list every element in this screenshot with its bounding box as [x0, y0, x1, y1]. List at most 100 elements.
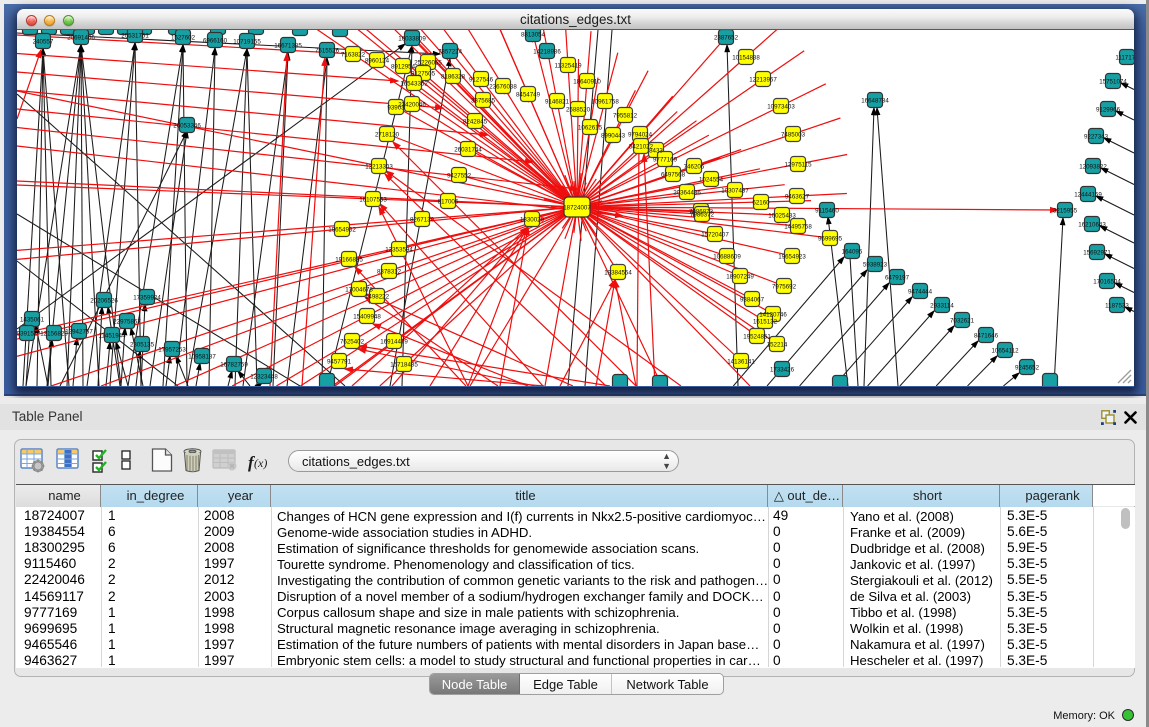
- svg-text:3215955: 3215955: [1053, 208, 1078, 215]
- svg-text:9127546: 9127546: [469, 77, 494, 84]
- svg-text:939152: 939152: [17, 331, 38, 338]
- svg-text:2387652: 2387652: [714, 35, 739, 42]
- svg-text:7955812: 7955812: [613, 113, 638, 120]
- svg-text:17016504: 17016504: [1093, 279, 1121, 286]
- svg-text:2588520: 2588520: [566, 107, 591, 114]
- svg-text:10688609: 10688609: [713, 254, 741, 261]
- svg-text:8378312: 8378312: [377, 269, 402, 276]
- svg-text:20206526: 20206526: [90, 298, 118, 305]
- svg-text:10958187: 10958187: [188, 354, 216, 361]
- svg-text:12975115: 12975115: [784, 162, 812, 169]
- svg-text:10973403: 10973403: [767, 104, 795, 111]
- svg-text:1024554: 1024554: [699, 177, 724, 184]
- svg-text:12156829: 12156829: [40, 331, 68, 338]
- svg-text:8186328: 8186328: [441, 74, 466, 81]
- svg-text:5938923: 5938923: [863, 262, 888, 269]
- svg-text:12093822: 12093822: [1079, 164, 1107, 171]
- svg-text:19524851: 19524851: [743, 334, 771, 341]
- svg-text:9457791: 9457791: [327, 359, 352, 366]
- svg-text:8433: 8433: [649, 148, 663, 155]
- svg-text:9115460: 9115460: [815, 208, 839, 215]
- svg-text:7625402: 7625402: [340, 339, 365, 346]
- svg-text:8242845: 8242845: [463, 119, 488, 126]
- svg-text:1117173: 1117173: [1115, 55, 1134, 62]
- svg-text:18724007: 18724007: [563, 205, 591, 212]
- svg-text:1830029: 1830029: [520, 217, 545, 224]
- svg-text:1435061: 1435061: [20, 317, 45, 324]
- svg-text:19654923: 19654923: [778, 254, 806, 261]
- svg-text:2305135: 2305135: [130, 342, 155, 349]
- svg-text:17359924: 17359924: [133, 295, 161, 302]
- svg-text:20364436: 20364436: [673, 190, 701, 197]
- svg-text:2933114: 2933114: [930, 303, 954, 310]
- svg-text:16543362: 16543362: [400, 81, 428, 88]
- svg-text:9227343: 9227343: [1084, 134, 1109, 141]
- svg-text:16107553: 16107553: [359, 197, 387, 204]
- svg-text:23676038: 23676038: [489, 84, 517, 91]
- svg-text:19166825: 19166825: [335, 257, 363, 264]
- svg-text:1498222: 1498222: [365, 294, 390, 301]
- svg-text:7975692: 7975692: [772, 284, 797, 291]
- svg-text:6497568: 6497568: [661, 172, 686, 179]
- svg-text:14136141: 14136141: [727, 359, 755, 366]
- svg-text:9245652: 9245652: [1015, 365, 1040, 372]
- svg-text:16671385: 16671385: [274, 43, 302, 50]
- svg-text:15409948: 15409948: [353, 314, 381, 321]
- svg-text:9463627: 9463627: [785, 194, 810, 201]
- svg-text:1615132: 1615132: [753, 319, 778, 326]
- svg-text:9127505: 9127505: [411, 71, 436, 78]
- svg-text:14120746: 14120746: [759, 312, 787, 319]
- svg-text:19384554: 19384554: [604, 270, 632, 277]
- svg-text:12323448: 12323448: [250, 374, 278, 381]
- svg-text:10961758: 10961758: [591, 99, 619, 106]
- svg-text:10719155: 10719155: [233, 39, 261, 46]
- svg-text:9427552: 9427552: [447, 173, 472, 180]
- svg-text:817006: 817006: [438, 199, 459, 206]
- svg-text:93903: 93903: [387, 105, 405, 112]
- svg-text:26031744: 26031744: [454, 147, 482, 154]
- svg-text:62160: 62160: [752, 200, 770, 207]
- svg-text:18640910: 18640910: [573, 79, 601, 86]
- svg-text:16648784: 16648784: [861, 98, 889, 105]
- svg-text:1527602: 1527602: [171, 35, 196, 42]
- svg-text:9777169: 9777169: [653, 157, 678, 164]
- svg-text:8813054: 8813054: [521, 32, 546, 39]
- svg-text:152214: 152214: [767, 342, 788, 349]
- svg-text:14218986: 14218986: [533, 49, 561, 56]
- svg-text:25226055: 25226055: [414, 60, 442, 67]
- svg-text:1187533: 1187533: [1105, 303, 1129, 310]
- svg-text:16914479: 16914479: [380, 339, 408, 346]
- svg-text:11325419: 11325419: [554, 63, 582, 70]
- svg-text:12942757: 12942757: [65, 329, 93, 336]
- svg-text:9384067: 9384067: [740, 297, 765, 304]
- svg-text:6966160: 6966160: [203, 38, 228, 45]
- svg-text:10307487: 10307487: [721, 188, 749, 195]
- svg-text:240557: 240557: [33, 39, 54, 46]
- svg-text:10154838: 10154838: [732, 55, 760, 62]
- svg-text:10025433: 10025433: [768, 213, 796, 220]
- svg-text:1733426: 1733426: [770, 367, 795, 374]
- svg-text:17957253: 17957253: [158, 347, 186, 354]
- svg-text:9699695: 9699695: [818, 236, 843, 243]
- svg-text:16210643: 16210643: [1078, 222, 1106, 229]
- svg-text:10654112: 10654112: [991, 348, 1019, 355]
- svg-text:20691406: 20691406: [67, 35, 95, 42]
- svg-text:7032621: 7032621: [950, 318, 975, 325]
- svg-text:16033809: 16033809: [398, 36, 426, 43]
- svg-text:17004678: 17004678: [345, 287, 373, 294]
- svg-text:15692971: 15692971: [1083, 250, 1111, 257]
- svg-text:14495758: 14495758: [784, 224, 812, 231]
- svg-text:18907249: 18907249: [726, 274, 754, 281]
- svg-text:8990443: 8990443: [601, 133, 626, 140]
- svg-text:11451944: 11451944: [98, 333, 126, 340]
- svg-text:164095: 164095: [842, 249, 863, 256]
- svg-text:746206: 746206: [684, 164, 705, 171]
- svg-text:16782759: 16782759: [220, 362, 248, 369]
- svg-text:12213967: 12213967: [749, 77, 777, 84]
- svg-text:19654932: 19654932: [328, 227, 356, 234]
- svg-text:15718485: 15718485: [390, 362, 418, 369]
- svg-text:15751074: 15751074: [1099, 79, 1127, 86]
- svg-text:9794024: 9794024: [628, 132, 653, 139]
- svg-text:7515526: 7515526: [315, 48, 340, 55]
- svg-text:15720407: 15720407: [701, 232, 729, 239]
